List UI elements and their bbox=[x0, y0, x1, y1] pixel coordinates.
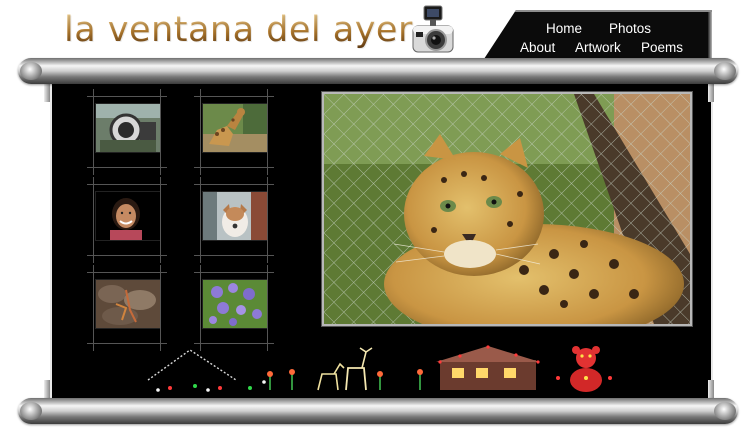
camera-icon bbox=[410, 4, 456, 58]
scroll-pin bbox=[708, 84, 714, 102]
top-nav: Home Photos About Artwork Poems bbox=[482, 10, 712, 62]
nav-artwork-link[interactable]: Artwork bbox=[575, 40, 621, 55]
thumbnail-purple-flowers[interactable] bbox=[202, 279, 268, 329]
nav-about-link[interactable]: About bbox=[520, 40, 555, 55]
thumbnail-dog[interactable] bbox=[202, 191, 268, 241]
main-photo-leopard[interactable] bbox=[322, 92, 692, 326]
thumbnail-frame bbox=[87, 177, 167, 263]
thumbnail-giraffe[interactable] bbox=[202, 103, 268, 153]
nav-home-link[interactable]: Home bbox=[546, 21, 582, 36]
site-title: la ventana del ayer bbox=[64, 10, 413, 50]
scroll-pin bbox=[708, 380, 714, 398]
thumbnail-frame bbox=[194, 177, 274, 263]
nav-poems-link[interactable]: Poems bbox=[641, 40, 683, 55]
scroll-roller-top bbox=[18, 58, 738, 84]
thumbnail-smiling-girl[interactable] bbox=[95, 191, 161, 241]
thumbnail-frame bbox=[87, 265, 167, 351]
nav-photos-link[interactable]: Photos bbox=[609, 21, 651, 36]
thumbnail-rocks[interactable] bbox=[95, 279, 161, 329]
scroll-pin bbox=[44, 380, 50, 398]
scroll-roller-bottom bbox=[18, 398, 738, 424]
thumbnail-frame bbox=[87, 89, 167, 175]
thumbnail-frame bbox=[194, 89, 274, 175]
scroll-pin bbox=[44, 84, 50, 102]
thumbnail-camera-lens[interactable] bbox=[95, 103, 161, 153]
thumbnail-frame bbox=[194, 265, 274, 351]
holiday-lights-decoration bbox=[140, 338, 620, 398]
